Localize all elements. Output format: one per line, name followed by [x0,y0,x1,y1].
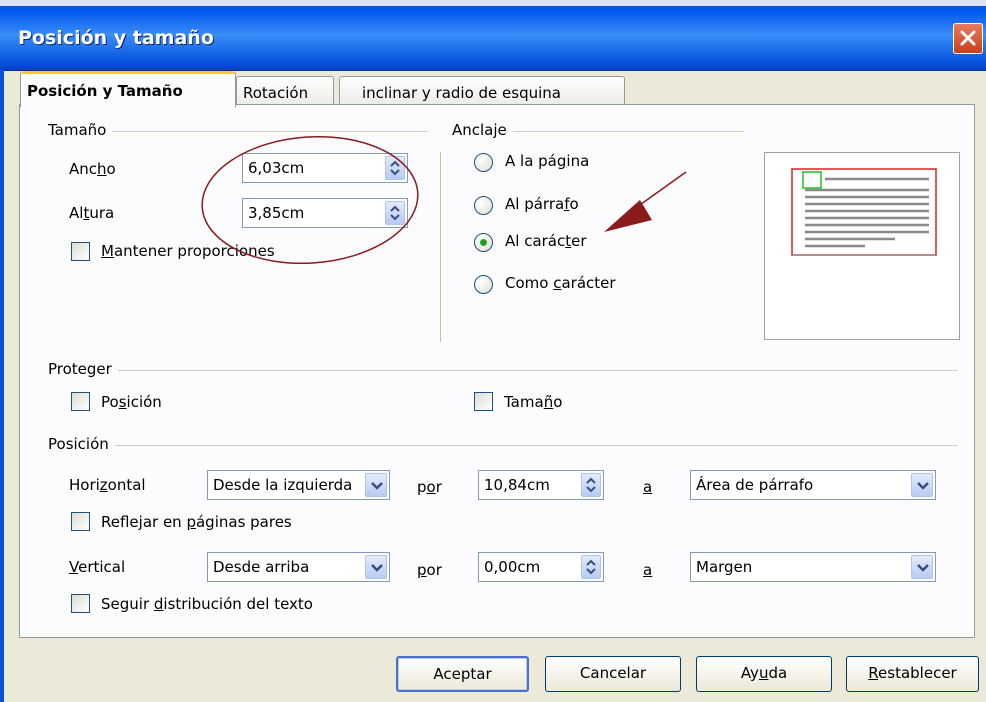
radio-selected-dot [480,239,487,246]
horizontal-to-value: Área de párrafo [696,476,814,494]
spin-arrows-icon [390,160,400,176]
reset-button[interactable]: Restablecer [846,656,979,692]
anchor-group-label: Anclaje [452,121,513,139]
horizontal-label: Horizontal [69,476,146,494]
position-group-label: Posición [48,435,115,453]
chevron-down-icon [917,564,929,572]
horizontal-from-select[interactable]: Desde la izquierda [207,470,390,500]
protect-size-checkbox[interactable] [474,392,493,411]
vertical-by-label: por [417,561,442,579]
anchor-as-character-radio[interactable] [474,275,493,294]
anchor-character-radio[interactable] [474,233,493,252]
anchor-paragraph-radio[interactable] [474,196,493,215]
width-spin-arrows[interactable] [385,156,405,180]
anchor-character-label: Al carácter [505,232,587,250]
group-separator [440,152,441,342]
spin-arrows-icon [586,559,596,575]
preview-drawing [791,168,937,256]
size-group-label: Tamaño [48,121,113,139]
vertical-from-value: Desde arriba [213,558,310,576]
help-button[interactable]: Ayuda [696,656,832,692]
protect-size-label: Tamaño [504,393,563,411]
horizontal-by-label: por [417,478,442,496]
chevron-down-icon [371,564,383,572]
keep-ratio-checkbox[interactable] [71,242,90,261]
follow-text-flow-label: Seguir distribución del texto [101,595,313,613]
anchor-page-label: A la página [505,152,590,170]
height-value: 3,85cm [248,204,305,222]
anchor-preview [764,152,960,340]
vertical-to-value: Margen [696,558,753,576]
cancel-button[interactable]: Cancelar [545,656,681,692]
keep-ratio-label: Mantener proporciones [101,242,275,260]
panel-content: Tamaño Ancho 6,03cm Altura 3,85cm Manten… [0,0,986,702]
protect-position-label: Posición [101,393,162,411]
vertical-to-dropdown[interactable] [911,555,933,579]
protect-group-line [48,370,958,371]
vertical-to-label: a [643,561,653,579]
spin-arrows-icon [586,477,596,493]
spin-arrows-icon [390,205,400,221]
vertical-from-dropdown[interactable] [365,555,387,579]
vertical-by-value: 0,00cm [484,558,541,576]
width-label: Ancho [69,160,116,178]
mirror-even-pages-label: Reflejar en páginas pares [101,513,292,531]
chevron-down-icon [371,482,383,490]
horizontal-by-field[interactable]: 10,84cm [478,470,604,500]
ok-button[interactable]: Aceptar [396,656,529,692]
width-value: 6,03cm [248,159,305,177]
vertical-from-select[interactable]: Desde arriba [207,552,390,582]
follow-text-flow-checkbox[interactable] [71,594,90,613]
width-field[interactable]: 6,03cm [242,153,408,183]
height-label: Altura [69,204,115,222]
position-group-line [48,445,958,446]
protect-group-label: Proteger [48,360,118,378]
horizontal-from-value: Desde la izquierda [213,476,353,494]
horizontal-from-dropdown[interactable] [365,473,387,497]
anchor-paragraph-label: Al párrafo [505,195,579,213]
vertical-by-field[interactable]: 0,00cm [478,552,604,582]
vertical-label: Vertical [69,558,126,576]
anchor-as-character-label: Como carácter [505,274,616,292]
vertical-to-select[interactable]: Margen [690,552,936,582]
horizontal-by-spin-arrows[interactable] [581,473,601,497]
anchor-page-radio[interactable] [474,153,493,172]
horizontal-to-dropdown[interactable] [911,473,933,497]
mirror-even-pages-checkbox[interactable] [71,512,90,531]
protect-position-checkbox[interactable] [71,392,90,411]
horizontal-to-select[interactable]: Área de párrafo [690,470,936,500]
height-spin-arrows[interactable] [385,201,405,225]
horizontal-to-label: a [643,478,653,496]
horizontal-by-value: 10,84cm [484,476,550,494]
chevron-down-icon [917,482,929,490]
vertical-by-spin-arrows[interactable] [581,555,601,579]
height-field[interactable]: 3,85cm [242,198,408,228]
